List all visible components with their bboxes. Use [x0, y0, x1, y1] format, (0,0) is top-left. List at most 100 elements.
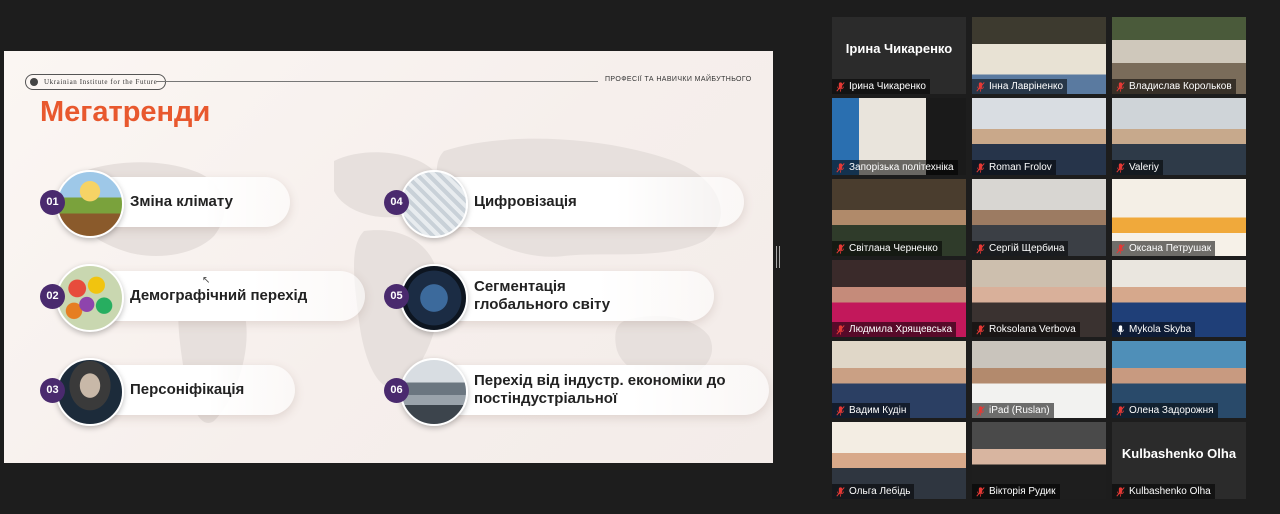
- participant-tile[interactable]: iPad (Ruslan): [972, 341, 1106, 418]
- mic-muted-icon: [976, 244, 985, 254]
- participant-tile[interactable]: Інна Лавріненко: [972, 17, 1106, 94]
- participant-name-bar: Roksolana Verbova: [972, 322, 1080, 337]
- participant-name-bar: Інна Лавріненко: [972, 79, 1068, 94]
- participant-name: Roksolana Verbova: [989, 324, 1076, 335]
- participant-name-bar: Світлана Черненко: [832, 241, 942, 256]
- mic-muted-icon: [1116, 487, 1125, 497]
- participant-name-bar: iPad (Ruslan): [972, 403, 1054, 418]
- participant-tile[interactable]: Ірина Чикаренко Ірина Чикаренко: [832, 17, 966, 94]
- participant-display-name: Kulbashenko Olha: [1121, 446, 1237, 461]
- trend-number: 06: [384, 378, 409, 403]
- participant-name-bar: Владислав Корольков: [1112, 79, 1236, 94]
- participant-tile[interactable]: Roman Frolov: [972, 98, 1106, 175]
- participant-name: Ірина Чикаренко: [849, 81, 926, 92]
- institute-name: Ukrainian Institute for the Future: [44, 78, 158, 86]
- trend-number: 04: [384, 190, 409, 215]
- participant-name: Roman Frolov: [989, 162, 1052, 173]
- trend-label: Перехід від індустр. економіки до постін…: [474, 372, 726, 407]
- participant-tile[interactable]: Запорізька політехніка: [832, 98, 966, 175]
- participant-name: Kulbashenko Olha: [1129, 486, 1211, 497]
- participant-name-bar: Valeriy: [1112, 160, 1163, 175]
- mic-muted-icon: [976, 82, 985, 92]
- trend-number: 03: [40, 378, 65, 403]
- trend-item-06: 06 Перехід від індустр. економіки до пос…: [384, 358, 769, 426]
- mic-muted-icon: [1116, 82, 1125, 92]
- participant-name: Valeriy: [1129, 162, 1159, 173]
- climate-photo-icon: [56, 170, 124, 238]
- institute-mark-icon: [30, 78, 38, 86]
- mic-muted-icon: [976, 487, 985, 497]
- mic-muted-icon: [836, 82, 845, 92]
- participant-name: Сергій Щербина: [989, 243, 1065, 254]
- participant-tile[interactable]: Mykola Skyba: [1112, 260, 1246, 337]
- participant-name: Владислав Корольков: [1129, 81, 1232, 92]
- participant-tile[interactable]: Valeriy: [1112, 98, 1246, 175]
- participant-name: Людмила Хрящевська: [849, 324, 953, 335]
- mic-muted-icon: [976, 406, 985, 416]
- slide-header-caption: ПРОФЕСІЇ ТА НАВИЧКИ МАЙБУТНЬОГО: [605, 76, 752, 83]
- trend-label: Сегментація глобального світу: [474, 278, 611, 313]
- trend-number: 02: [40, 284, 65, 309]
- industry-photo-icon: [400, 358, 468, 426]
- trend-item-01: 01 Зміна клімату: [40, 170, 290, 238]
- participant-name-bar: Людмила Хрящевська: [832, 322, 957, 337]
- participant-name-bar: Вікторія Рудик: [972, 484, 1060, 499]
- participant-name-bar: Запорізька політехніка: [832, 160, 958, 175]
- splitter-handle[interactable]: [776, 246, 780, 268]
- trend-pill: [424, 177, 744, 227]
- participant-name: Світлана Черненко: [849, 243, 938, 254]
- participant-name: iPad (Ruslan): [989, 405, 1050, 416]
- trend-item-04: 04 Цифровізація: [384, 170, 744, 238]
- mic-muted-icon: [976, 163, 985, 173]
- participant-name-bar: Ірина Чикаренко: [832, 79, 930, 94]
- trend-label: Цифровізація: [474, 193, 577, 210]
- mic-muted-icon: [836, 487, 845, 497]
- participant-tile[interactable]: Владислав Корольков: [1112, 17, 1246, 94]
- participant-name-bar: Kulbashenko Olha: [1112, 484, 1215, 499]
- mouse-cursor-icon: ↖: [202, 275, 211, 286]
- participant-tile[interactable]: Сергій Щербина: [972, 179, 1106, 256]
- mic-muted-icon: [836, 325, 845, 335]
- participant-tile[interactable]: Вікторія Рудик: [972, 422, 1106, 499]
- shared-slide: Ukrainian Institute for the Future ПРОФЕ…: [4, 51, 773, 463]
- participant-name-bar: Mykola Skyba: [1112, 322, 1196, 337]
- trend-number: 05: [384, 284, 409, 309]
- participant-name-bar: Ольга Лебідь: [832, 484, 915, 499]
- mic-muted-icon: [1116, 244, 1125, 254]
- participant-tile[interactable]: Світлана Черненко: [832, 179, 966, 256]
- mic-muted-icon: [1116, 406, 1125, 416]
- participant-tile[interactable]: Людмила Хрящевська: [832, 260, 966, 337]
- participant-name: Інна Лавріненко: [989, 81, 1064, 92]
- trend-item-03: 03 Персоніфікація: [40, 358, 295, 426]
- trend-number: 01: [40, 190, 65, 215]
- participant-tile[interactable]: Вадим Кудін: [832, 341, 966, 418]
- mic-muted-icon: [836, 244, 845, 254]
- digital-photo-icon: [400, 170, 468, 238]
- participant-name: Запорізька політехніка: [849, 162, 954, 173]
- participant-tile[interactable]: Roksolana Verbova: [972, 260, 1106, 337]
- globe-photo-icon: [400, 264, 468, 332]
- trend-item-05: 05 Сегментація глобального світу: [384, 264, 714, 332]
- mic-muted-icon: [836, 406, 845, 416]
- participant-name: Mykola Skyba: [1129, 324, 1192, 335]
- participant-tile[interactable]: Ольга Лебідь: [832, 422, 966, 499]
- participant-name: Олена Задорожня: [1129, 405, 1214, 416]
- portrait-photo-icon: [56, 358, 124, 426]
- trend-label: Персоніфікація: [130, 381, 245, 398]
- participant-name-bar: Вадим Кудін: [832, 403, 911, 418]
- institute-logo: Ukrainian Institute for the Future: [25, 74, 167, 90]
- participant-name: Оксана Петрушак: [1129, 243, 1212, 254]
- participant-name: Вікторія Рудик: [989, 486, 1056, 497]
- mic-muted-icon: [976, 325, 985, 335]
- participant-display-name: Ірина Чикаренко: [845, 41, 953, 56]
- participant-name-bar: Оксана Петрушак: [1112, 241, 1216, 256]
- participant-tile[interactable]: Оксана Петрушак: [1112, 179, 1246, 256]
- participant-tile[interactable]: Олена Задорожня: [1112, 341, 1246, 418]
- participant-tile[interactable]: Kulbashenko Olha Kulbashenko Olha: [1112, 422, 1246, 499]
- mic-muted-icon: [836, 163, 845, 173]
- participant-name: Вадим Кудін: [849, 405, 907, 416]
- slide-title: Мегатренди: [40, 96, 211, 128]
- participant-name: Ольга Лебідь: [849, 486, 911, 497]
- participant-name-bar: Сергій Щербина: [972, 241, 1069, 256]
- header-divider: [156, 81, 598, 82]
